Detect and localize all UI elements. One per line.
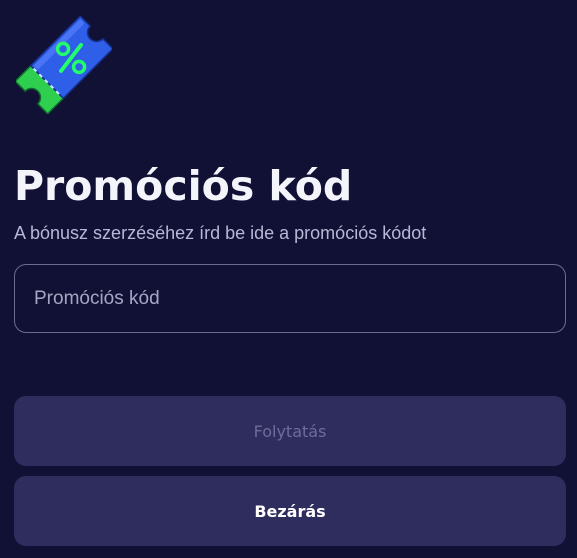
page-title: Promóciós kód bbox=[14, 162, 353, 210]
promo-code-field bbox=[14, 264, 566, 333]
continue-button[interactable]: Folytatás bbox=[14, 396, 566, 466]
page-subtitle: A bónusz szerzéséhez írd be ide a promóc… bbox=[14, 223, 427, 243]
close-button[interactable]: Bezárás bbox=[14, 476, 566, 546]
promo-code-input[interactable] bbox=[15, 265, 565, 332]
percent-ticket-icon bbox=[14, 15, 114, 115]
